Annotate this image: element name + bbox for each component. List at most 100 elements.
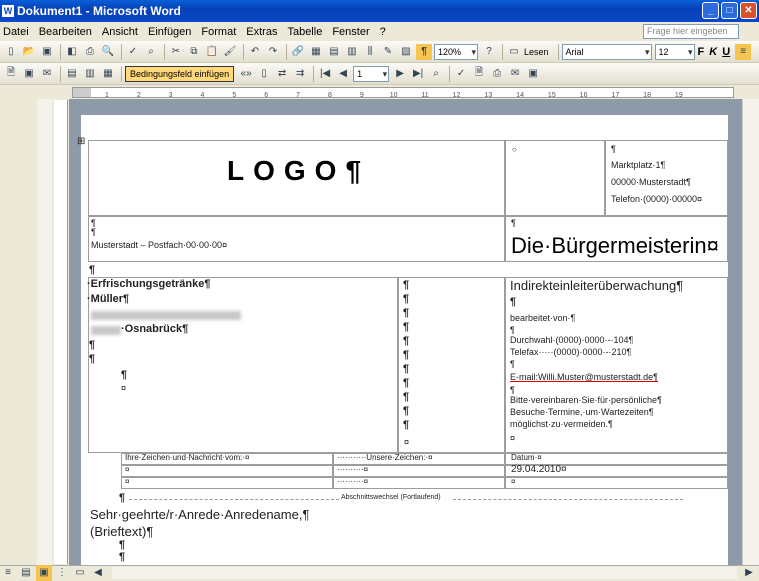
- maximize-button[interactable]: □: [721, 2, 738, 19]
- horizontal-scrollbar[interactable]: [112, 566, 737, 579]
- close-button[interactable]: ✕: [740, 2, 757, 19]
- merge-email-icon[interactable]: ✉: [507, 66, 523, 82]
- menu-bearbeiten[interactable]: Bearbeiten: [39, 26, 92, 38]
- menu-tabelle[interactable]: Tabelle: [287, 26, 322, 38]
- permission-icon[interactable]: ◧: [64, 44, 80, 60]
- cut-icon[interactable]: ✂: [168, 44, 184, 60]
- mailmerge-toolbar: 🗎 ▣ ✉ ▤ ▥ ▦ Bedingungsfeld einfügen «» ▯…: [0, 63, 759, 85]
- save-icon[interactable]: ▣: [39, 44, 55, 60]
- print-icon[interactable]: ⎙: [82, 44, 98, 60]
- paste-icon[interactable]: 📋: [204, 44, 220, 60]
- pilcrow: ¶: [403, 307, 410, 319]
- scroll-left-icon[interactable]: ◀: [90, 565, 106, 581]
- help-icon[interactable]: ?: [481, 44, 497, 60]
- redo-icon[interactable]: ↷: [265, 44, 281, 60]
- font-select[interactable]: Arial: [561, 43, 652, 60]
- align-icon[interactable]: ≡: [735, 43, 752, 60]
- open-folder-icon[interactable]: 📂: [21, 44, 37, 60]
- first-record-icon[interactable]: |◀: [317, 66, 333, 82]
- show-formatting-icon[interactable]: ¶: [416, 43, 432, 60]
- highlight-fields-icon[interactable]: ▯: [256, 66, 272, 82]
- spelling-icon[interactable]: ✓: [125, 44, 141, 60]
- document-map-icon[interactable]: ▧: [398, 44, 414, 60]
- font-size-select[interactable]: 12: [654, 43, 695, 60]
- research-icon[interactable]: ⌕: [143, 44, 159, 60]
- insert-excel-icon[interactable]: ▥: [344, 44, 360, 60]
- next-record-icon[interactable]: ▶: [392, 66, 408, 82]
- merge-new-document-icon[interactable]: 🗎: [471, 66, 487, 82]
- middle-cell[interactable]: [398, 277, 505, 453]
- italic-button[interactable]: K: [709, 46, 717, 58]
- insert-word-field-button[interactable]: Bedingungsfeld einfügen: [125, 65, 235, 82]
- hyperlink-icon[interactable]: 🔗: [290, 44, 306, 60]
- sender-cell[interactable]: [88, 216, 505, 262]
- recipient-cell[interactable]: [88, 277, 398, 453]
- new-document-icon[interactable]: ▯: [3, 44, 19, 60]
- ruler-tick: 14: [516, 92, 524, 98]
- vertical-ruler[interactable]: [54, 100, 68, 564]
- insert-greeting-icon[interactable]: ▥: [82, 66, 98, 82]
- minimize-button[interactable]: _: [702, 2, 719, 19]
- pilcrow: ¶: [119, 551, 126, 563]
- find-entry-icon[interactable]: ⌕: [428, 66, 444, 82]
- table-move-handle-icon[interactable]: ⊞: [77, 136, 85, 147]
- read-icon[interactable]: ▭: [506, 44, 522, 60]
- ref-empty-cell[interactable]: [121, 477, 333, 489]
- spacer-cell[interactable]: [505, 140, 605, 216]
- copy-icon[interactable]: ⧉: [186, 44, 202, 60]
- document-page[interactable]: ⊞ LOGO¶ ○ ¶ Marktplatz·1¶ 00000·Musterst…: [77, 115, 728, 565]
- ref-empty-cell[interactable]: [505, 477, 728, 489]
- menu-ansicht[interactable]: Ansicht: [102, 26, 138, 38]
- scroll-right-icon[interactable]: ▶: [741, 565, 757, 581]
- insert-fields-icon[interactable]: ▦: [100, 66, 116, 82]
- menu-help[interactable]: ?: [380, 26, 386, 38]
- left-scroll-strip[interactable]: [37, 99, 52, 565]
- outline-view-icon[interactable]: ⋮: [54, 565, 70, 581]
- record-number-input[interactable]: 1: [353, 65, 390, 82]
- read-button[interactable]: Lesen: [524, 47, 549, 57]
- print-layout-icon[interactable]: ▣: [36, 564, 52, 581]
- format-painter-icon[interactable]: 🖌: [222, 44, 238, 60]
- recipients-icon[interactable]: ✉: [39, 66, 55, 82]
- menu-format[interactable]: Format: [201, 26, 236, 38]
- menu-fenster[interactable]: Fenster: [332, 26, 369, 38]
- previous-record-icon[interactable]: ◀: [335, 66, 351, 82]
- match-fields-icon[interactable]: ⇄: [274, 66, 290, 82]
- menu-datei[interactable]: Datei: [3, 26, 29, 38]
- merge-fax-icon[interactable]: ▣: [525, 66, 541, 82]
- pilcrow: ¶: [89, 264, 96, 276]
- last-record-icon[interactable]: ▶|: [410, 66, 426, 82]
- web-layout-icon[interactable]: ▤: [18, 565, 34, 581]
- columns-icon[interactable]: ⫼: [362, 44, 378, 60]
- help-search-input[interactable]: Frage hier eingeben: [643, 24, 739, 39]
- check-errors-icon[interactable]: ✓: [453, 66, 469, 82]
- zoom-select[interactable]: 120%: [434, 43, 478, 60]
- drawing-icon[interactable]: ✎: [380, 44, 396, 60]
- view-merged-data-icon[interactable]: «»: [238, 66, 254, 82]
- tables-borders-icon[interactable]: ▦: [308, 44, 324, 60]
- toolbar-separator: [449, 65, 451, 82]
- insert-address-icon[interactable]: ▤: [64, 66, 80, 82]
- ruler-tick: 4: [200, 92, 205, 98]
- vertical-scrollbar[interactable]: [742, 99, 759, 565]
- horizontal-ruler[interactable]: 1 2 3 4 5 6 7 8 9 10 11 12 13 14 15 16 1…: [72, 87, 734, 98]
- word-app-icon[interactable]: W: [2, 5, 14, 17]
- ref-yours-value-cell[interactable]: [121, 465, 333, 477]
- main-document-setup-icon[interactable]: 🗎: [3, 66, 19, 82]
- insert-table-icon[interactable]: ▤: [326, 44, 342, 60]
- normal-view-icon[interactable]: ≡: [0, 565, 16, 581]
- recipient-name: ·Müller¶: [87, 293, 130, 305]
- merge-printer-icon[interactable]: ⎙: [489, 66, 505, 82]
- undo-icon[interactable]: ↶: [247, 44, 263, 60]
- underline-button[interactable]: U: [722, 46, 730, 58]
- section-break-label: Abschnittswechsel (Fortlaufend): [339, 494, 443, 501]
- propagate-labels-icon[interactable]: ⇉: [292, 66, 308, 82]
- open-data-source-icon[interactable]: ▣: [21, 66, 37, 82]
- reading-layout-icon[interactable]: ▭: [72, 565, 88, 581]
- menu-einfuegen[interactable]: Einfügen: [148, 26, 191, 38]
- toolbar-separator: [121, 65, 122, 82]
- toolbar-separator: [557, 43, 559, 60]
- menu-extras[interactable]: Extras: [246, 26, 277, 38]
- bold-button[interactable]: F: [698, 46, 705, 58]
- print-preview-icon[interactable]: 🔍: [100, 44, 116, 60]
